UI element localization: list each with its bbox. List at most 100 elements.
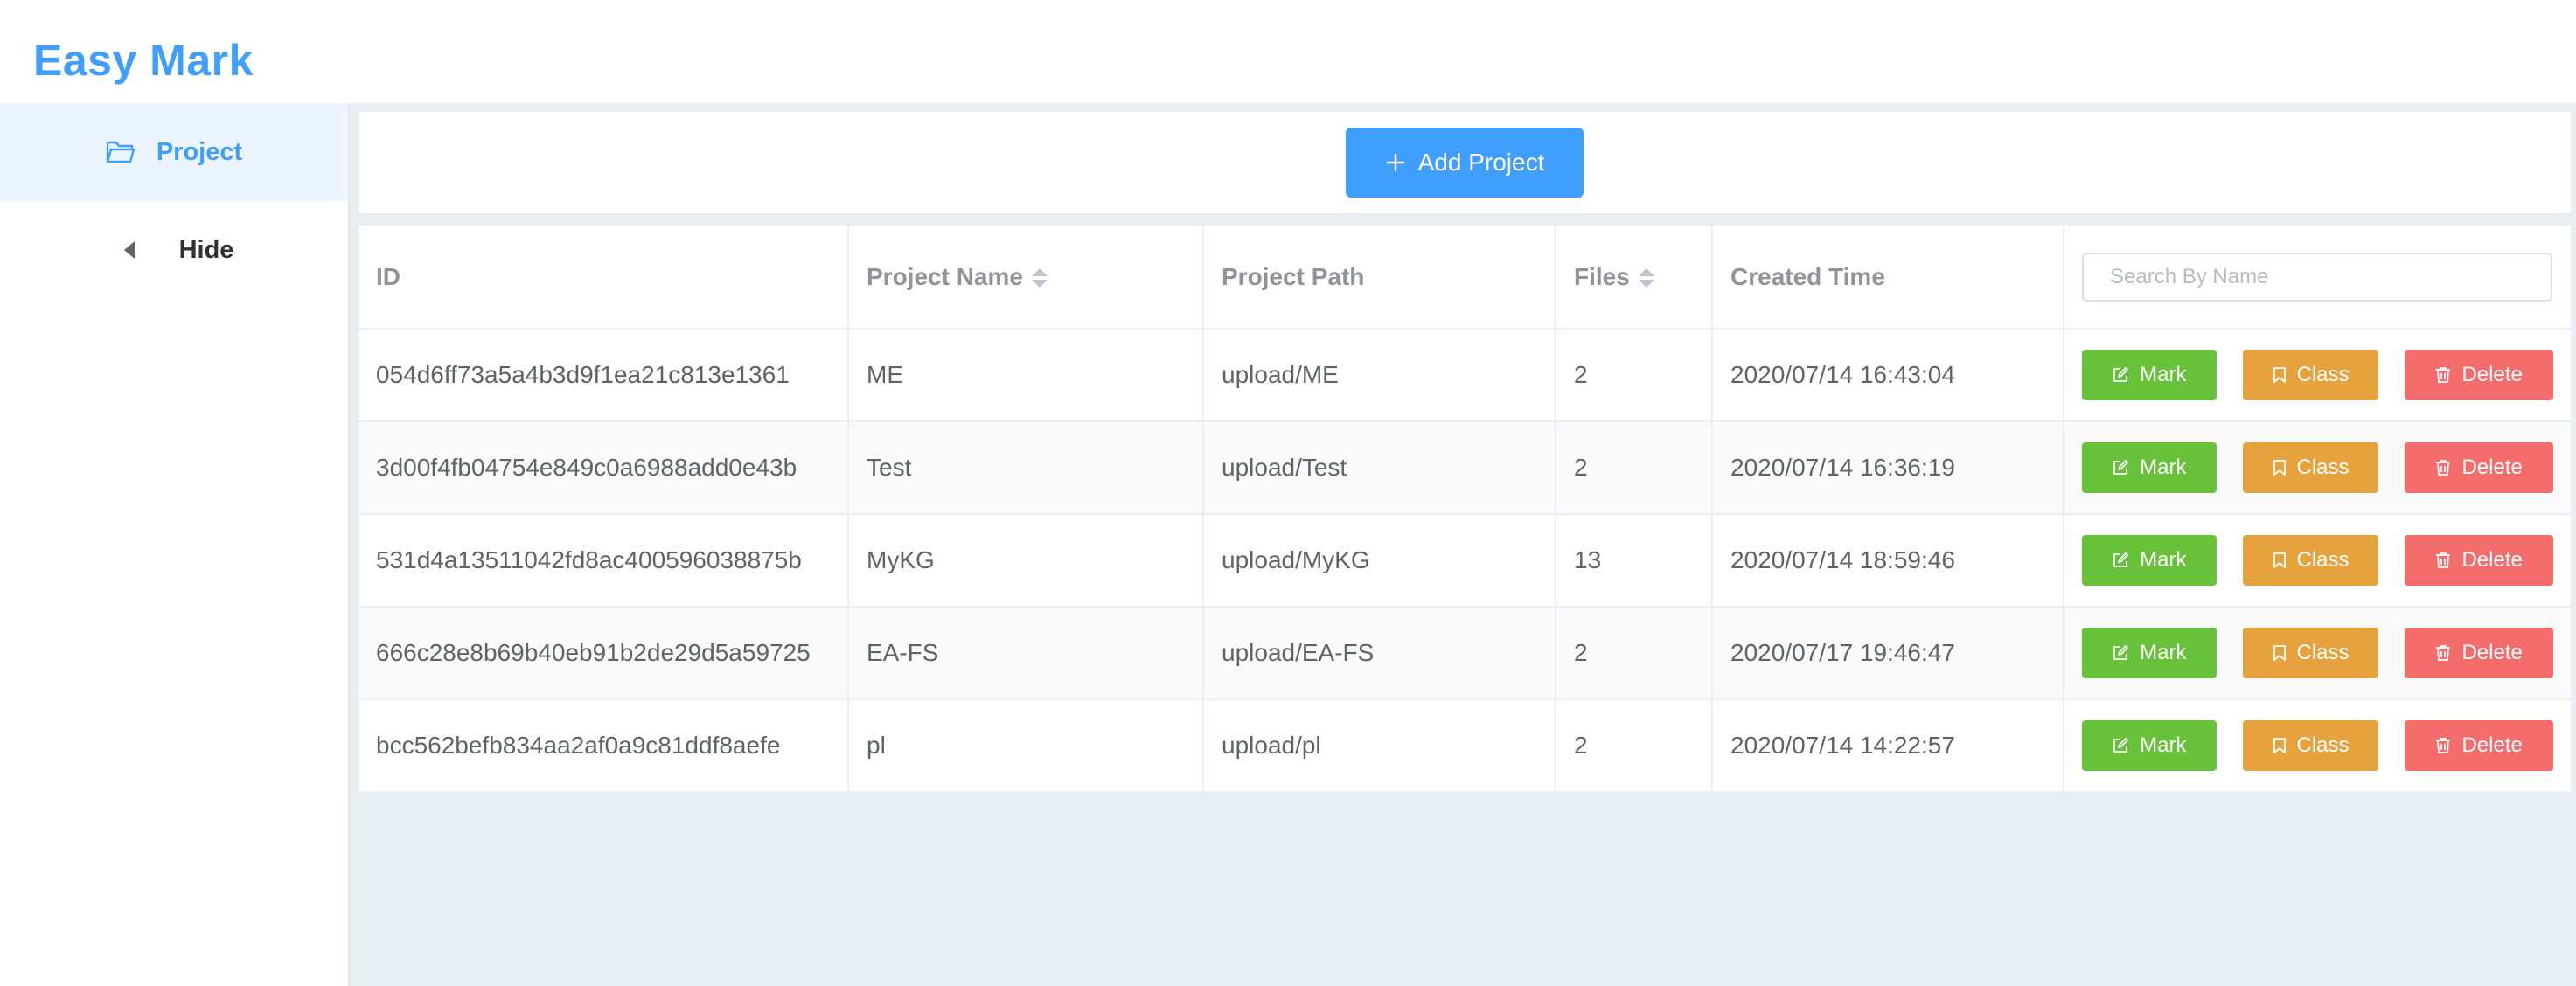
cell-project-path: upload/pl — [1203, 699, 1556, 793]
button-label: Mark — [2140, 733, 2187, 757]
bookmark-icon — [2273, 552, 2287, 569]
cell-created-time: 2020/07/14 18:59:46 — [1712, 514, 2064, 608]
cell-created-time: 2020/07/14 14:22:57 — [1712, 699, 2064, 793]
mark-button[interactable]: Mark — [2082, 628, 2217, 678]
button-label: Delete — [2461, 733, 2523, 757]
mark-button[interactable]: Mark — [2082, 535, 2217, 586]
class-button[interactable]: Class — [2242, 350, 2379, 400]
cell-project-path: upload/MyKG — [1203, 514, 1556, 608]
button-label: Mark — [2140, 363, 2187, 386]
delete-button[interactable]: Delete — [2405, 442, 2553, 493]
table-row: 666c28e8b69b40eb91b2de29d5a59725 EA-FS u… — [359, 607, 2571, 700]
class-button[interactable]: Class — [2242, 628, 2379, 678]
toolbar: Add Project — [359, 112, 2571, 213]
cell-actions: Mark Class Delete — [2064, 421, 2571, 515]
table-row: bcc562befb834aa2af0a9c81ddf8aefe pl uplo… — [359, 699, 2571, 793]
folder-open-icon — [106, 137, 136, 167]
edit-icon — [2112, 552, 2129, 569]
app-header: Easy Mark — [0, 0, 2576, 103]
search-input[interactable] — [2082, 252, 2552, 302]
button-label: Delete — [2461, 641, 2523, 664]
projects-table: ID Project Name Project Path Files Creat… — [359, 226, 2571, 793]
cell-project-name: pl — [848, 699, 1204, 793]
table-header-row: ID Project Name Project Path Files Creat… — [359, 226, 2571, 330]
cell-project-name: MyKG — [848, 514, 1204, 608]
button-label: Class — [2296, 455, 2350, 479]
cell-project-path: upload/ME — [1203, 329, 1556, 422]
delete-button[interactable]: Delete — [2405, 628, 2553, 678]
cell-created-time: 2020/07/17 19:46:47 — [1712, 607, 2064, 700]
app-title: Easy Mark — [33, 36, 254, 85]
column-header-created-time: Created Time — [1712, 226, 2064, 330]
sort-icon[interactable] — [1638, 268, 1654, 288]
sidebar-item-label: Project — [156, 137, 243, 166]
cell-id: bcc562befb834aa2af0a9c81ddf8aefe — [359, 699, 849, 793]
column-header-id: ID — [359, 226, 849, 330]
cell-created-time: 2020/07/14 16:36:19 — [1712, 421, 2064, 515]
plus-icon — [1385, 152, 1406, 173]
column-header-files[interactable]: Files — [1556, 226, 1713, 330]
cell-id: 3d00f4fb04754e849c0a6988add0e43b — [359, 421, 849, 515]
class-button[interactable]: Class — [2242, 720, 2379, 771]
button-label: Delete — [2461, 455, 2523, 479]
sort-icon[interactable] — [1031, 268, 1048, 288]
mark-button[interactable]: Mark — [2082, 350, 2217, 400]
delete-button[interactable]: Delete — [2405, 350, 2553, 400]
bookmark-icon — [2273, 459, 2287, 476]
cell-actions: Mark Class Delete — [2064, 329, 2571, 422]
cell-actions: Mark Class Delete — [2064, 699, 2571, 793]
edit-icon — [2112, 644, 2129, 662]
trash-icon — [2435, 366, 2451, 384]
cell-created-time: 2020/07/14 16:43:04 — [1712, 329, 2064, 422]
delete-button[interactable]: Delete — [2405, 535, 2553, 586]
button-label: Class — [2296, 363, 2350, 386]
cell-project-path: upload/EA-FS — [1203, 607, 1556, 700]
sidebar-item-hide[interactable]: Hide — [0, 201, 348, 299]
cell-files: 13 — [1556, 514, 1713, 608]
trash-icon — [2435, 459, 2451, 476]
table-row: 531d4a13511042fd8ac400596038875b MyKG up… — [359, 514, 2571, 608]
cell-actions: Mark Class Delete — [2064, 514, 2571, 608]
edit-icon — [2112, 737, 2129, 754]
cell-id: 666c28e8b69b40eb91b2de29d5a59725 — [359, 607, 849, 700]
bookmark-icon — [2273, 644, 2287, 662]
add-project-label: Add Project — [1417, 149, 1545, 176]
class-button[interactable]: Class — [2242, 442, 2379, 493]
cell-files: 2 — [1556, 607, 1713, 700]
mark-button[interactable]: Mark — [2082, 720, 2217, 771]
trash-icon — [2435, 552, 2451, 569]
button-label: Class — [2296, 548, 2350, 572]
bookmark-icon — [2273, 737, 2287, 754]
cell-project-name: EA-FS — [848, 607, 1204, 700]
cell-files: 2 — [1556, 329, 1713, 422]
cell-actions: Mark Class Delete — [2064, 607, 2571, 700]
button-label: Mark — [2140, 548, 2187, 572]
button-label: Class — [2296, 733, 2350, 757]
cell-project-name: ME — [848, 329, 1204, 422]
button-label: Delete — [2461, 363, 2523, 386]
button-label: Delete — [2461, 548, 2523, 572]
edit-icon — [2112, 459, 2129, 476]
table-row: 3d00f4fb04754e849c0a6988add0e43b Test up… — [359, 421, 2571, 515]
bookmark-icon — [2273, 366, 2287, 384]
main-content: Add Project ID Project Name Project Path… — [350, 103, 2576, 986]
add-project-button[interactable]: Add Project — [1346, 128, 1584, 198]
column-header-project-path: Project Path — [1203, 226, 1556, 330]
cell-id: 531d4a13511042fd8ac400596038875b — [359, 514, 849, 608]
column-header-project-name[interactable]: Project Name — [848, 226, 1204, 330]
trash-icon — [2435, 737, 2451, 754]
cell-project-name: Test — [848, 421, 1204, 515]
button-label: Class — [2296, 641, 2350, 664]
edit-icon — [2112, 366, 2129, 384]
caret-left-icon — [115, 235, 144, 265]
mark-button[interactable]: Mark — [2082, 442, 2217, 493]
cell-project-path: upload/Test — [1203, 421, 1556, 515]
sidebar-item-project[interactable]: Project — [0, 103, 348, 201]
delete-button[interactable]: Delete — [2405, 720, 2553, 771]
table-row: 054d6ff73a5a4b3d9f1ea21c813e1361 ME uplo… — [359, 329, 2571, 422]
class-button[interactable]: Class — [2242, 535, 2379, 586]
cell-files: 2 — [1556, 421, 1713, 515]
button-label: Mark — [2140, 641, 2187, 664]
trash-icon — [2435, 644, 2451, 662]
cell-files: 2 — [1556, 699, 1713, 793]
